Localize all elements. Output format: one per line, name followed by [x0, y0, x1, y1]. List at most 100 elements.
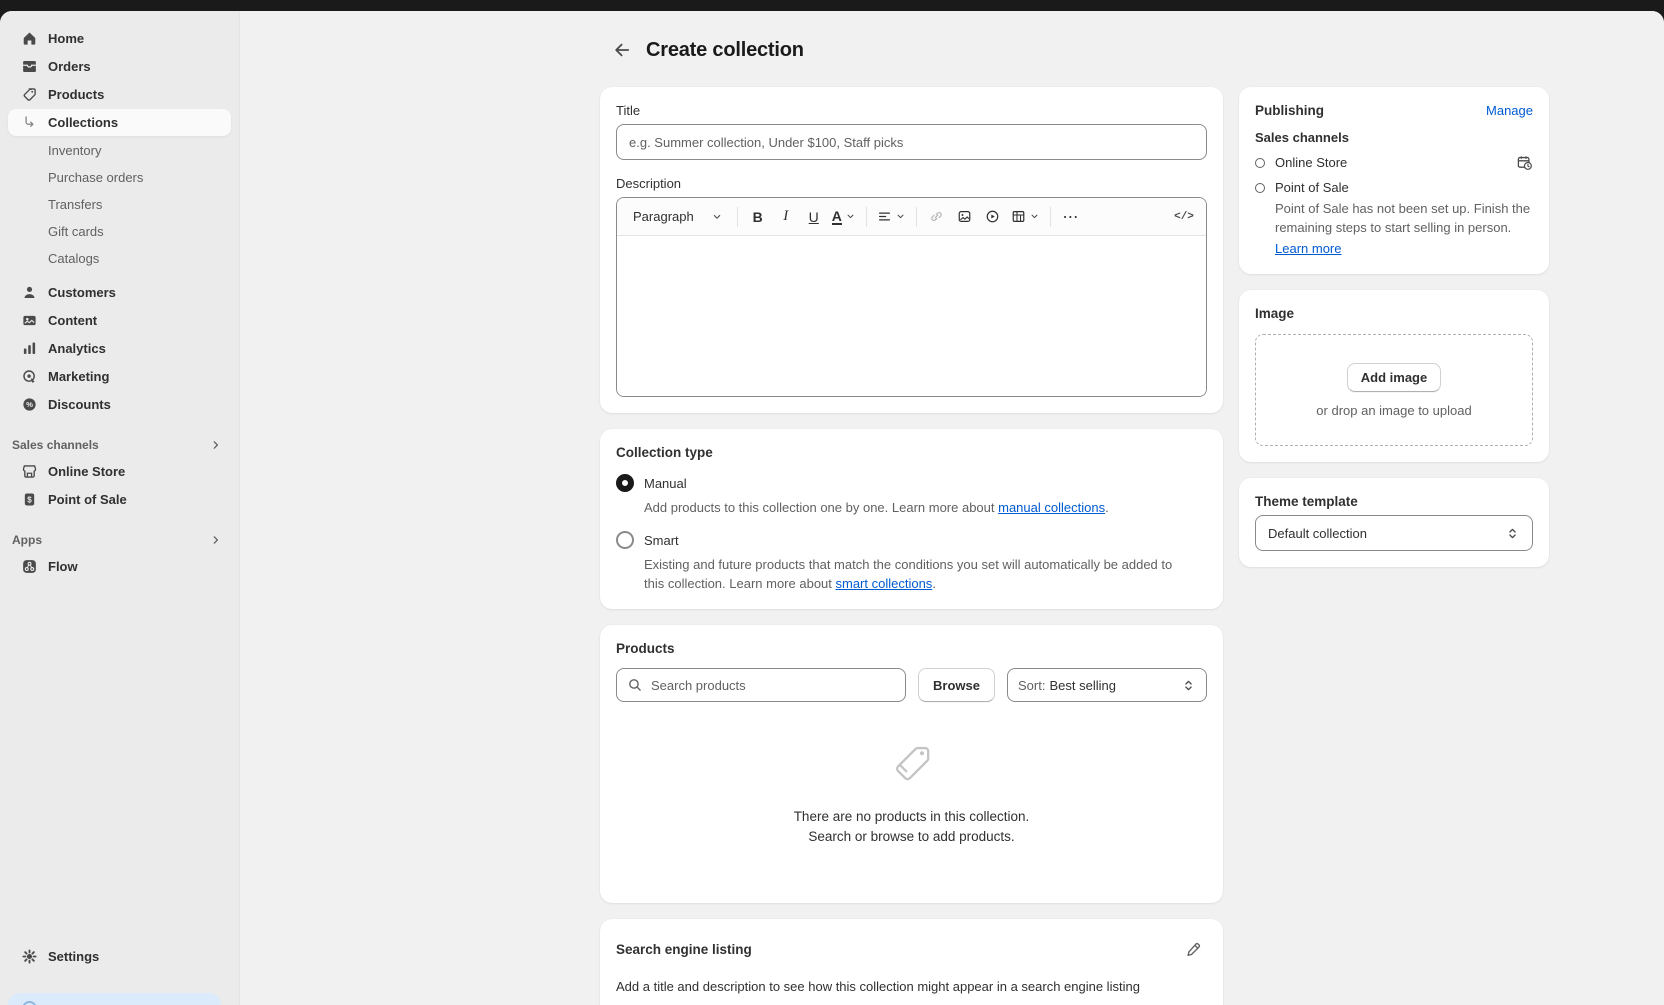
sidebar-item-flow[interactable]: Flow [8, 553, 231, 580]
manage-link[interactable]: Manage [1486, 103, 1533, 118]
sidebar-item-customers[interactable]: Customers [8, 279, 231, 306]
insert-video-button[interactable] [979, 203, 1007, 231]
insert-image-button[interactable] [951, 203, 979, 231]
sidebar-item-label: Flow [48, 559, 78, 574]
description-text: . [1105, 500, 1109, 515]
sort-text: Sort:Best selling [1018, 678, 1116, 693]
sidebar-item-collections[interactable]: Collections [8, 109, 231, 136]
text-color-button[interactable]: A [828, 203, 860, 231]
products-icon [20, 86, 38, 104]
sidebar-item-label: Purchase orders [48, 170, 143, 185]
paragraph-style-dropdown[interactable]: Paragraph [625, 203, 731, 231]
sidebar-item-label: Discounts [48, 397, 111, 412]
sidebar-item-marketing[interactable]: Marketing [8, 363, 231, 390]
alignment-button[interactable] [873, 203, 910, 231]
more-formatting-button[interactable]: ⋯ [1057, 203, 1085, 231]
channel-bullet-icon [1255, 158, 1265, 168]
code-view-button[interactable]: </> [1170, 203, 1198, 231]
schedule-calendar-icon[interactable] [1516, 154, 1533, 171]
underline-button[interactable]: U [800, 203, 828, 231]
title-label: Title [616, 103, 1207, 118]
description-text: Add products to this collection one by o… [644, 500, 998, 515]
toolbar-divider [1050, 207, 1051, 227]
main-content: Create collection Title Description Para… [240, 11, 1664, 1005]
radio-manual[interactable] [616, 474, 634, 492]
image-card: Image Add image or drop an image to uplo… [1239, 290, 1549, 462]
sidebar-item-point-of-sale[interactable]: $ Point of Sale [8, 486, 231, 513]
insert-table-button[interactable] [1007, 203, 1044, 231]
link-button[interactable] [923, 203, 951, 231]
seo-description: Add a title and description to see how t… [616, 979, 1207, 994]
radio-smart[interactable] [616, 531, 634, 549]
learn-more-link[interactable]: Learn more [1275, 241, 1341, 256]
sidebar-section-sales-channels[interactable]: Sales channels [8, 432, 231, 458]
table-icon [1011, 209, 1026, 224]
sidebar-item-orders[interactable]: Orders [8, 53, 231, 80]
sidebar-item-analytics[interactable]: Analytics [8, 335, 231, 362]
gear-icon [20, 948, 38, 966]
search-icon [627, 677, 643, 693]
chevron-down-icon [711, 211, 723, 223]
description-text: . [932, 576, 936, 591]
sidebar-item-label: Settings [48, 949, 99, 964]
sidebar-item-transfers[interactable]: Transfers [8, 191, 231, 217]
sidebar-item-label: Products [48, 87, 104, 102]
seo-card: Search engine listing Add a title and de… [600, 919, 1223, 1005]
sidebar-item-online-store[interactable]: Online Store [8, 458, 231, 485]
back-button[interactable] [608, 36, 636, 64]
sub-arrow-icon [20, 114, 38, 132]
sidebar-item-home[interactable]: Home [8, 25, 231, 52]
section-label: Sales channels [12, 438, 99, 452]
chevron-down-icon [1029, 211, 1040, 222]
title-input[interactable] [616, 124, 1207, 160]
theme-template-card: Theme template Default collection [1239, 478, 1549, 567]
pos-icon: $ [20, 491, 38, 509]
sidebar-item-content[interactable]: Content [8, 307, 231, 334]
bold-button[interactable]: B [744, 203, 772, 231]
sidebar-item-products[interactable]: Products [8, 81, 231, 108]
smart-collections-link[interactable]: smart collections [836, 576, 933, 591]
sidebar-item-catalogs[interactable]: Catalogs [8, 245, 231, 271]
publishing-card: Publishing Manage Sales channels Online … [1239, 87, 1549, 274]
smart-option-row[interactable]: Smart [616, 531, 1207, 549]
add-image-label: Add image [1361, 370, 1427, 385]
sidebar-item-inventory[interactable]: Inventory [8, 137, 231, 163]
content-icon [20, 312, 38, 330]
image-dropzone[interactable]: Add image or drop an image to upload [1255, 334, 1533, 446]
sidebar-item-label: Content [48, 313, 97, 328]
edit-seo-button[interactable] [1179, 935, 1207, 963]
sidebar-item-label: Orders [48, 59, 91, 74]
italic-button[interactable]: I [772, 203, 800, 231]
toolbar-divider [916, 207, 917, 227]
add-image-button[interactable]: Add image [1347, 363, 1441, 392]
sidebar-item-label: Inventory [48, 143, 101, 158]
sidebar: Home Orders Products Collections Invento… [0, 11, 240, 1005]
sidebar-item-settings[interactable]: Settings [8, 943, 231, 970]
app-frame: Home Orders Products Collections Invento… [0, 11, 1664, 1005]
sidebar-item-discounts[interactable]: % Discounts [8, 391, 231, 418]
sidebar-section-apps[interactable]: Apps [8, 527, 231, 553]
link-icon [929, 209, 944, 224]
manual-option-row[interactable]: Manual [616, 474, 1207, 492]
search-products-input[interactable] [651, 678, 895, 693]
description-editor-area[interactable] [617, 236, 1206, 396]
storefront-icon [20, 463, 38, 481]
sidebar-bottom-banner[interactable] [8, 993, 221, 1005]
sidebar-item-label: Marketing [48, 369, 109, 384]
sidebar-item-purchase-orders[interactable]: Purchase orders [8, 164, 231, 190]
channel-label: Online Store [1275, 155, 1347, 170]
arrow-left-icon [612, 40, 632, 60]
product-search-box [616, 668, 906, 702]
collection-type-heading: Collection type [616, 445, 1207, 460]
sort-select[interactable]: Sort:Best selling [1007, 668, 1207, 702]
sort-prefix: Sort: [1018, 678, 1045, 693]
empty-state-line2: Search or browse to add products. [616, 827, 1207, 847]
manual-collections-link[interactable]: manual collections [998, 500, 1105, 515]
smart-label: Smart [644, 533, 679, 548]
theme-template-select[interactable]: Default collection [1255, 515, 1533, 551]
browse-button[interactable]: Browse [918, 668, 995, 702]
manual-description: Add products to this collection one by o… [644, 498, 1189, 517]
products-empty-state: There are no products in this collection… [616, 702, 1207, 887]
sidebar-item-gift-cards[interactable]: Gift cards [8, 218, 231, 244]
chevron-right-icon [209, 533, 223, 547]
